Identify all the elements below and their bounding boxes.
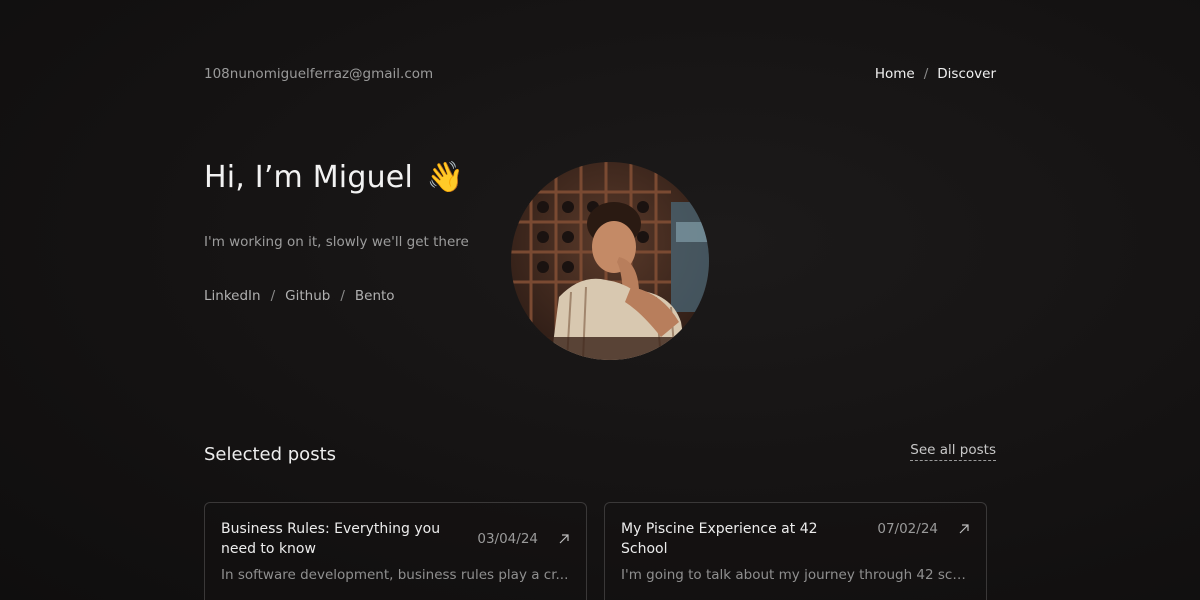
selected-posts-heading: Selected posts <box>204 444 337 465</box>
github-link[interactable]: Github <box>285 288 330 304</box>
post-card-header: Business Rules: Everything you need to k… <box>221 519 570 559</box>
email-link[interactable]: 108nunomiguelferraz@gmail.com <box>204 66 433 82</box>
post-date: 07/02/24 <box>877 521 938 537</box>
see-all-posts-link[interactable]: See all posts <box>910 442 996 461</box>
avatar-photo <box>511 162 709 360</box>
social-links: LinkedIn / Github / Bento <box>204 288 395 304</box>
social-separator: / <box>270 288 276 304</box>
arrow-up-right-icon <box>959 524 969 534</box>
nav-separator: / <box>923 66 929 82</box>
post-card[interactable]: My Piscine Experience at 42 School 07/02… <box>604 502 987 600</box>
main-nav: Home / Discover <box>875 66 996 82</box>
bento-link[interactable]: Bento <box>355 288 395 304</box>
nav-discover-link[interactable]: Discover <box>937 66 996 82</box>
hero-tagline: I'm working on it, slowly we'll get ther… <box>204 234 469 250</box>
post-card-header: My Piscine Experience at 42 School 07/02… <box>621 519 970 559</box>
post-date: 03/04/24 <box>477 531 538 547</box>
post-card[interactable]: Business Rules: Everything you need to k… <box>204 502 587 600</box>
linkedin-link[interactable]: LinkedIn <box>204 288 261 304</box>
post-title: My Piscine Experience at 42 School <box>621 521 818 557</box>
post-excerpt: In software development, business rules … <box>221 567 569 583</box>
avatar <box>511 162 709 360</box>
hero-title-text: Hi, I’m Miguel <box>204 160 413 195</box>
post-excerpt: I'm going to talk about my journey throu… <box>621 567 970 583</box>
arrow-up-right-icon <box>559 534 569 544</box>
waving-hand-icon: 👋 <box>426 160 465 195</box>
post-title: Business Rules: Everything you need to k… <box>221 521 441 557</box>
nav-home-link[interactable]: Home <box>875 66 915 82</box>
social-separator: / <box>340 288 345 304</box>
posts-list: Business Rules: Everything you need to k… <box>204 502 987 600</box>
page: 108nunomiguelferraz@gmail.com Home / Dis… <box>0 0 1200 600</box>
hero-heading: Hi, I’m Miguel 👋 <box>204 160 464 195</box>
top-bar: 108nunomiguelferraz@gmail.com Home / Dis… <box>204 64 996 84</box>
